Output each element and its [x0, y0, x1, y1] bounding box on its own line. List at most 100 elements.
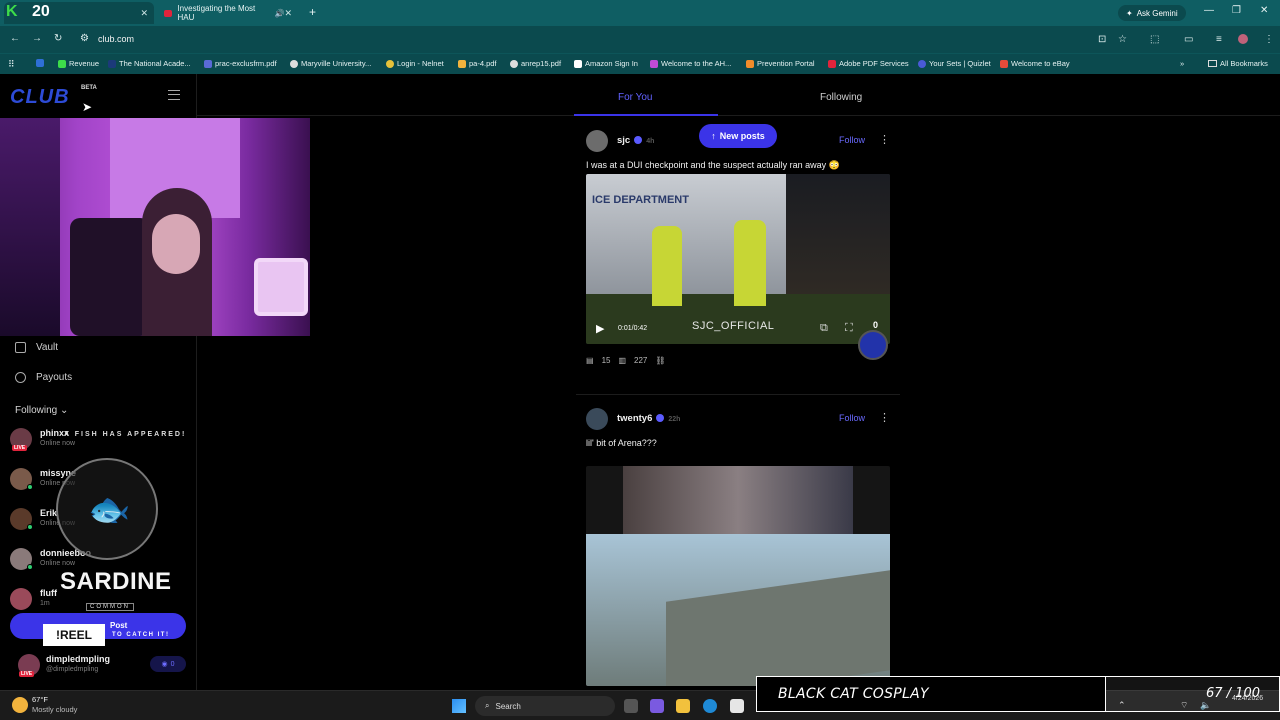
- minimize-icon[interactable]: —: [1204, 5, 1214, 16]
- avatar[interactable]: [586, 130, 608, 152]
- bookmark-item[interactable]: Revenue: [58, 59, 99, 68]
- bookmark-item[interactable]: Your Sets | Quizlet: [918, 59, 991, 68]
- post-author[interactable]: twenty6 22h: [617, 413, 680, 424]
- author-name: sjc: [617, 135, 631, 146]
- bookmark-icon: [1000, 59, 1008, 68]
- all-bookmarks[interactable]: All Bookmarks: [1208, 59, 1268, 68]
- tab-label: Investigating the Most HAU: [177, 4, 256, 22]
- view-count: 227: [634, 356, 648, 365]
- follow-button[interactable]: Follow: [839, 135, 865, 145]
- bookmark-star-icon[interactable]: ☆: [1118, 34, 1127, 45]
- fish-rarity: COMMON: [86, 603, 134, 611]
- post-time: 22h: [668, 416, 681, 423]
- forward-icon[interactable]: →: [32, 33, 42, 44]
- reaction-badge-icon[interactable]: [858, 330, 888, 360]
- bookmark-item[interactable]: Amazon Sign In: [574, 59, 638, 68]
- bookmark-item[interactable]: Login - Nelnet: [386, 59, 444, 68]
- fish-ring: 🐟: [56, 458, 158, 560]
- avatar[interactable]: [586, 408, 608, 430]
- comment-icon[interactable]: ▤: [586, 356, 594, 365]
- site-info-icon[interactable]: ⚙: [80, 33, 89, 44]
- extensions-icon[interactable]: ⬚: [1150, 34, 1159, 45]
- close-window-icon[interactable]: ✕: [1260, 5, 1268, 16]
- fish-name: SARDINE: [60, 568, 172, 595]
- bookmark-label: Adobe PDF Services: [839, 59, 909, 68]
- back-icon[interactable]: ←: [10, 33, 20, 44]
- close-tab-icon[interactable]: ✕: [284, 8, 292, 19]
- sidebar-item-payouts[interactable]: Payouts: [15, 372, 72, 383]
- weather-icon[interactable]: [12, 697, 28, 713]
- url-field[interactable]: club.com: [98, 34, 134, 44]
- new-tab-button[interactable]: +: [309, 5, 316, 19]
- play-icon[interactable]: ▶: [596, 322, 604, 335]
- install-icon[interactable]: ⊡: [1098, 34, 1106, 45]
- sidebar-item-label: Payouts: [36, 372, 73, 383]
- tab-active[interactable]: ✕: [4, 2, 154, 24]
- bookmark-icon: [650, 59, 658, 68]
- store-icon[interactable]: [730, 699, 744, 713]
- tab-following[interactable]: Following: [820, 92, 862, 103]
- video-scene-webcam: [623, 466, 853, 538]
- tab-youtube[interactable]: Investigating the Most HAU 🔊 ✕: [158, 2, 298, 24]
- post-divider: [576, 394, 900, 395]
- post-button-label: Post: [110, 621, 128, 630]
- bookmark-item[interactable]: Welcome to the AH...: [650, 59, 731, 68]
- edge-icon[interactable]: [703, 699, 717, 713]
- link-icon[interactable]: ⛓: [655, 356, 665, 365]
- apps-icon[interactable]: ⠿: [8, 59, 15, 70]
- post-author[interactable]: sjc 4h: [617, 135, 654, 146]
- bookmark-label: Maryville University...: [301, 59, 372, 68]
- user-name: dimpledmpling: [46, 654, 110, 664]
- weather-temp[interactable]: 67°F: [32, 695, 48, 704]
- fullscreen-icon[interactable]: ⛶: [845, 322, 853, 335]
- ask-gemini-button[interactable]: ✦ Ask Gemini: [1118, 5, 1186, 21]
- bookmark-item[interactable]: The National Acade...: [108, 59, 191, 68]
- bookmark-item[interactable]: [36, 59, 44, 67]
- bookmark-item[interactable]: Adobe PDF Services: [828, 59, 909, 68]
- bookmark-item[interactable]: anrep15.pdf: [510, 59, 561, 68]
- pip-icon[interactable]: ⧉: [820, 322, 828, 335]
- current-user[interactable]: LIVE dimpledmpling @dimpledmpling ◉ 0: [10, 652, 190, 682]
- close-tab-icon[interactable]: ✕: [140, 8, 148, 19]
- views-icon: ▥: [618, 356, 627, 365]
- club-logo[interactable]: CLUB: [10, 86, 70, 109]
- sidebar-icon[interactable]: ▭: [1184, 34, 1193, 45]
- tab-for-you[interactable]: For You: [618, 92, 652, 103]
- user-status: Online now: [40, 440, 76, 447]
- bookmark-item[interactable]: pa-4.pdf: [458, 59, 497, 68]
- bookmark-label: Welcome to the AH...: [661, 59, 732, 68]
- bookmark-item[interactable]: Prevention Portal: [746, 59, 815, 68]
- reaction-count: 0: [873, 320, 879, 330]
- bookmark-icon: [918, 59, 926, 68]
- address-bar: ← → ↻ ⚙ club.com ⊡ ☆ ⬚ ▭ ≡ ⋮: [0, 26, 1280, 53]
- video-player[interactable]: ICE DEPARTMENT ▶ 0:01/0:42 SJC_OFFICIAL …: [586, 174, 890, 344]
- user-name: Erik: [40, 508, 58, 518]
- browser-menu-icon[interactable]: ⋮: [1264, 34, 1274, 45]
- taskbar-search[interactable]: ⌕ Search: [475, 696, 615, 716]
- hamburger-menu-icon[interactable]: [168, 90, 180, 100]
- more-bookmarks-icon[interactable]: »: [1180, 59, 1184, 68]
- tab-search-icon[interactable]: ≡: [1216, 34, 1222, 45]
- restore-icon[interactable]: ❐: [1232, 5, 1241, 16]
- points-badge[interactable]: ◉ 0: [150, 656, 186, 672]
- bookmark-item[interactable]: prac-exclusfrm.pdf: [204, 59, 277, 68]
- sidebar-item-vault[interactable]: Vault: [15, 342, 58, 353]
- following-header[interactable]: Following ⌄: [15, 405, 68, 416]
- more-options-icon[interactable]: ⋮: [879, 411, 890, 424]
- bookmark-item[interactable]: Maryville University...: [290, 59, 371, 68]
- redeem-title: BLACK CAT COSPLAY: [778, 686, 929, 702]
- file-explorer-icon[interactable]: [676, 699, 690, 713]
- video-scene-officer: [734, 220, 766, 306]
- task-view-icon[interactable]: [624, 699, 638, 713]
- copilot-icon[interactable]: [650, 699, 664, 713]
- windows-start-icon[interactable]: [452, 699, 466, 713]
- bookmark-item[interactable]: Welcome to eBay: [1000, 59, 1070, 68]
- reload-icon[interactable]: ↻: [54, 33, 62, 44]
- video-player[interactable]: [586, 466, 890, 686]
- author-name: twenty6: [617, 413, 653, 424]
- more-options-icon[interactable]: ⋮: [879, 133, 890, 146]
- points-value: 0: [170, 660, 175, 668]
- profile-avatar[interactable]: [1238, 34, 1248, 44]
- follow-button[interactable]: Follow: [839, 413, 865, 423]
- verified-icon: [634, 136, 643, 145]
